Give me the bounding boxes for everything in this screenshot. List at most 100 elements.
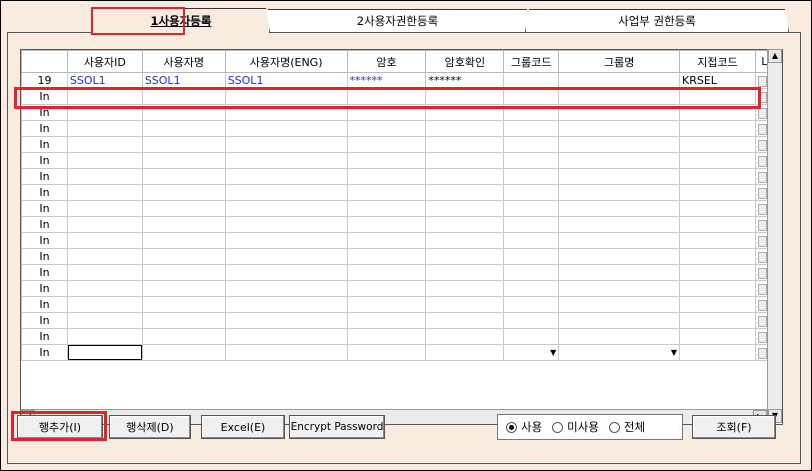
cell-user-id[interactable] xyxy=(66,312,143,329)
column-header-user-name[interactable]: 사용자명 xyxy=(141,50,226,73)
table-row[interactable]: In xyxy=(21,248,782,265)
cell-password[interactable] xyxy=(346,232,427,249)
cell-password[interactable] xyxy=(346,280,427,297)
cell-branch-code[interactable]: KRSEL xyxy=(679,72,756,89)
table-row[interactable]: In xyxy=(21,184,782,201)
delete-row-button[interactable]: 행삭제(D) xyxy=(109,415,191,439)
cell-group-code[interactable] xyxy=(503,232,560,249)
cell-user-name-eng[interactable] xyxy=(224,200,348,217)
table-row[interactable]: In xyxy=(21,216,782,233)
cell-branch-code[interactable] xyxy=(679,168,756,185)
cell-user-name[interactable] xyxy=(141,104,226,121)
cell-password[interactable] xyxy=(346,328,427,345)
cell-user-name[interactable] xyxy=(141,264,226,281)
cell-user-name-eng[interactable] xyxy=(224,152,348,169)
cell-group-name[interactable] xyxy=(558,232,681,249)
cell-password[interactable] xyxy=(346,168,427,185)
cell-user-name-eng[interactable] xyxy=(224,184,348,201)
cell-user-name-eng[interactable]: SSOL1 xyxy=(224,72,348,89)
cell-password[interactable]: ****** xyxy=(346,72,427,89)
cell-user-name[interactable] xyxy=(141,200,226,217)
cell-user-name-eng[interactable] xyxy=(224,120,348,137)
cell-group-name[interactable]: ▼ xyxy=(558,344,681,361)
cell-group-code[interactable] xyxy=(503,136,560,153)
cell-user-name-eng[interactable] xyxy=(224,344,348,361)
cell-password[interactable] xyxy=(346,312,427,329)
cell-user-id[interactable] xyxy=(66,200,143,217)
cell-group-code[interactable] xyxy=(503,168,560,185)
cell-branch-code[interactable] xyxy=(679,232,756,249)
cell-password-confirm[interactable] xyxy=(425,88,505,105)
cell-user-id[interactable] xyxy=(66,296,143,313)
cell-group-code[interactable] xyxy=(503,184,560,201)
cell-group-name[interactable] xyxy=(558,152,681,169)
table-row[interactable]: In xyxy=(21,296,782,313)
radio-all[interactable]: 전체 xyxy=(608,419,645,435)
cell-group-code[interactable] xyxy=(503,104,560,121)
cell-group-code[interactable] xyxy=(503,216,560,233)
cell-branch-code[interactable] xyxy=(679,184,756,201)
cell-branch-code[interactable] xyxy=(679,200,756,217)
user-grid[interactable]: 사용자ID 사용자명 사용자명(ENG) 암호 암호확인 그룹코드 그룹명 지접… xyxy=(20,49,783,425)
cell-group-name[interactable] xyxy=(558,248,681,265)
table-row[interactable]: In xyxy=(21,88,782,105)
cell-password-confirm[interactable] xyxy=(425,152,505,169)
cell-user-name[interactable] xyxy=(141,136,226,153)
cell-user-name-eng[interactable] xyxy=(224,216,348,233)
cell-group-name[interactable] xyxy=(558,136,681,153)
cell-group-code[interactable] xyxy=(503,88,560,105)
cell-password-confirm[interactable] xyxy=(425,168,505,185)
cell-branch-code[interactable] xyxy=(679,216,756,233)
cell-group-code[interactable] xyxy=(503,280,560,297)
cell-branch-code[interactable] xyxy=(679,328,756,345)
cell-user-name[interactable] xyxy=(141,184,226,201)
search-button[interactable]: 조회(F) xyxy=(692,415,776,439)
cell-password[interactable] xyxy=(346,88,427,105)
cell-password[interactable] xyxy=(346,344,427,361)
column-header-group-code[interactable]: 그룹코드 xyxy=(503,50,560,73)
cell-branch-code[interactable] xyxy=(679,312,756,329)
cell-password-confirm[interactable] xyxy=(425,200,505,217)
column-header-user-id[interactable]: 사용자ID xyxy=(66,50,143,73)
cell-group-code[interactable] xyxy=(503,312,560,329)
cell-user-id[interactable] xyxy=(66,168,143,185)
cell-group-name[interactable] xyxy=(558,120,681,137)
cell-group-name[interactable] xyxy=(558,216,681,233)
table-row[interactable]: In xyxy=(21,168,782,185)
cell-password-confirm[interactable] xyxy=(425,312,505,329)
cell-user-id[interactable] xyxy=(66,232,143,249)
table-row[interactable]: In xyxy=(21,120,782,137)
table-row[interactable]: In xyxy=(21,328,782,345)
cell-group-code[interactable] xyxy=(503,152,560,169)
cell-user-name-eng[interactable] xyxy=(224,104,348,121)
cell-user-name[interactable]: SSOL1 xyxy=(141,72,226,89)
cell-user-id[interactable] xyxy=(66,136,143,153)
cell-user-id[interactable] xyxy=(66,88,143,105)
cell-group-code[interactable] xyxy=(503,328,560,345)
cell-password-confirm[interactable] xyxy=(425,104,505,121)
cell-password[interactable] xyxy=(346,216,427,233)
radio-use[interactable]: 사용 xyxy=(506,419,542,435)
cell-password[interactable] xyxy=(346,184,427,201)
cell-password[interactable] xyxy=(346,248,427,265)
cell-group-name[interactable] xyxy=(558,296,681,313)
cell-user-name[interactable] xyxy=(141,248,226,265)
column-header-branch-code[interactable]: 지접코드 xyxy=(679,50,756,73)
cell-group-code[interactable] xyxy=(503,248,560,265)
cell-user-name[interactable] xyxy=(141,88,226,105)
tab-user-registration[interactable]: 1사용자등록 xyxy=(92,8,270,33)
cell-password[interactable] xyxy=(346,136,427,153)
cell-user-name[interactable] xyxy=(141,312,226,329)
table-row[interactable]: In xyxy=(21,312,782,329)
cell-password[interactable] xyxy=(346,104,427,121)
cell-user-name-eng[interactable] xyxy=(224,168,348,185)
cell-password-confirm[interactable] xyxy=(425,344,505,361)
cell-password[interactable] xyxy=(346,200,427,217)
table-row[interactable]: In xyxy=(21,264,782,281)
encrypt-password-button[interactable]: Encrypt Password xyxy=(289,415,385,439)
cell-user-id[interactable] xyxy=(66,248,143,265)
cell-group-name[interactable] xyxy=(558,72,681,89)
cell-password-confirm[interactable] xyxy=(425,280,505,297)
chevron-down-icon[interactable]: ▼ xyxy=(550,348,556,357)
cell-user-name[interactable] xyxy=(141,152,226,169)
